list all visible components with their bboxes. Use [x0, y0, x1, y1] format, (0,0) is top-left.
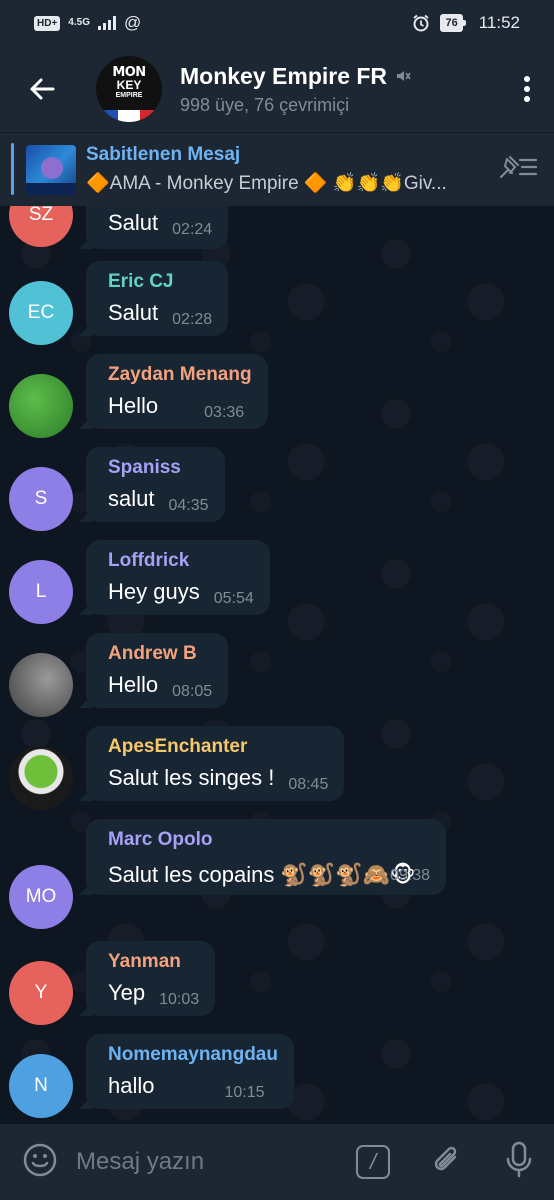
sender-name[interactable]: Loffdrick	[108, 550, 254, 572]
pinned-message-bar[interactable]: Sabitlenen Mesaj 🔶AMA - Monkey Empire 🔶 …	[0, 132, 554, 206]
avatar[interactable]: S	[9, 467, 73, 531]
message-text: Hey guys	[108, 579, 200, 604]
avatar[interactable]: N	[9, 1054, 73, 1118]
pinned-thumbnail	[26, 144, 76, 195]
hd-badge: HD+	[34, 15, 61, 31]
message-composer: Mesaj yazın /	[0, 1124, 554, 1200]
more-vert-icon	[524, 76, 530, 102]
message-time: 02:24	[172, 221, 213, 238]
voice-record-button[interactable]	[504, 1141, 534, 1184]
mute-icon	[397, 71, 411, 81]
bot-command-icon: /	[369, 1149, 377, 1174]
message-bubble[interactable]: Spaniss salut 04:35	[86, 447, 225, 522]
group-avatar[interactable]: MON KEY EMPIRE	[96, 56, 162, 122]
message-time: 08:05	[172, 683, 213, 700]
sender-name[interactable]: Yanman	[108, 951, 199, 973]
more-options-button[interactable]	[500, 46, 554, 132]
logo-text-mid: KEY	[116, 78, 142, 92]
chat-header: MON KEY EMPIRE Monkey Empire FR 998 üye,…	[0, 46, 554, 132]
emoji-button[interactable]	[22, 1142, 58, 1183]
sender-name[interactable]: ApesEnchanter	[108, 736, 328, 758]
at-symbol: @	[123, 13, 142, 32]
bot-command-button[interactable]: /	[356, 1145, 390, 1179]
message-bubble[interactable]: Nomemaynangdau hallo 10:15	[86, 1034, 294, 1109]
pin-list-icon	[500, 156, 538, 178]
message-bubble[interactable]: Zaydan Menang Hello 03:36	[86, 354, 268, 429]
group-title: Monkey Empire FR	[180, 62, 388, 89]
message-bubble[interactable]: Andrew B Hello 08:05	[86, 633, 229, 708]
message-time: 08:45	[288, 776, 329, 793]
pinned-preview: 🔶AMA - Monkey Empire 🔶 👏👏👏Giv...	[86, 173, 447, 194]
header-info[interactable]: Monkey Empire FR 998 üye, 76 çevrimiçi	[180, 63, 411, 116]
message-bubble[interactable]: Yanman Yep 10:03	[86, 941, 216, 1016]
pinned-list-button[interactable]	[498, 154, 538, 185]
message-text: Salut	[108, 300, 159, 325]
sender-name[interactable]: Spaniss	[108, 457, 209, 479]
message-bubble[interactable]: ApesEnchanter Salut les singes ! 08:45	[86, 726, 345, 801]
signal-icon	[97, 16, 116, 30]
battery-indicator: 76	[440, 14, 467, 32]
sender-name[interactable]: Eric CJ	[108, 271, 212, 293]
alarm-icon	[413, 14, 430, 32]
message-text: Salut les singes !	[108, 765, 275, 790]
message-text: Hello	[108, 672, 159, 697]
emoji-icon	[23, 1143, 57, 1176]
avatar[interactable]	[9, 653, 73, 717]
message-text: Yep	[108, 980, 146, 1005]
avatar[interactable]: L	[9, 560, 73, 624]
message-bubble[interactable]: Eric CJ Salut 02:28	[86, 261, 229, 336]
sender-name[interactable]: Andrew B	[108, 643, 212, 665]
message-bubble[interactable]: Salut 02:24	[86, 206, 229, 249]
pinned-indicator	[11, 143, 14, 195]
avatar[interactable]	[9, 746, 73, 810]
avatar[interactable]: EC	[9, 281, 73, 345]
sender-name[interactable]: Zaydan Menang	[108, 364, 252, 386]
sender-name[interactable]: Nomemaynangdau	[108, 1044, 278, 1066]
message-time: 10:03	[159, 991, 200, 1008]
avatar[interactable]: MO	[9, 865, 73, 929]
avatar[interactable]: SZ	[9, 206, 73, 247]
flag-stripe	[96, 110, 162, 122]
pinned-label: Sabitlenen Mesaj	[86, 144, 241, 165]
message-time: 05:54	[213, 590, 254, 607]
message-time: 02:28	[172, 311, 213, 328]
status-bar: HD+ 4.5G @ 76 11:52	[0, 0, 554, 46]
message-text: hallo	[108, 1073, 155, 1098]
message-bubble[interactable]: Marc Opolo Salut les copains 🐒🐒🐒🙈🐵 09:38	[86, 819, 446, 895]
back-button[interactable]	[0, 46, 84, 132]
avatar[interactable]	[9, 374, 73, 438]
member-count: 998 üye, 76 çevrimiçi	[180, 94, 350, 115]
message-time: 10:15	[224, 1084, 265, 1101]
message-time: 04:35	[168, 497, 209, 514]
back-arrow-icon	[30, 78, 55, 100]
message-text: salut	[108, 486, 155, 511]
clock: 11:52	[478, 13, 520, 32]
message-list[interactable]: SZ Salut 02:24 EC Eric CJ Salut 02:28 Zayd…	[0, 206, 554, 1124]
message-time: 03:36	[204, 404, 245, 421]
attach-icon	[434, 1146, 457, 1170]
message-text: Hello	[108, 393, 159, 418]
avatar[interactable]: Y	[9, 961, 73, 1025]
network-type: 4.5G	[68, 17, 90, 28]
attach-button[interactable]	[430, 1142, 464, 1183]
mic-icon	[506, 1141, 532, 1177]
logo-text-bottom: EMPIRE	[115, 92, 143, 99]
message-input[interactable]: Mesaj yazın	[76, 1148, 204, 1176]
message-text: Salut les copains 🐒🐒🐒🙈🐵	[108, 862, 416, 887]
message-bubble[interactable]: Loffdrick Hey guys 05:54	[86, 540, 270, 615]
message-text: Salut	[108, 210, 159, 235]
sender-name[interactable]: Marc Opolo	[108, 829, 430, 851]
